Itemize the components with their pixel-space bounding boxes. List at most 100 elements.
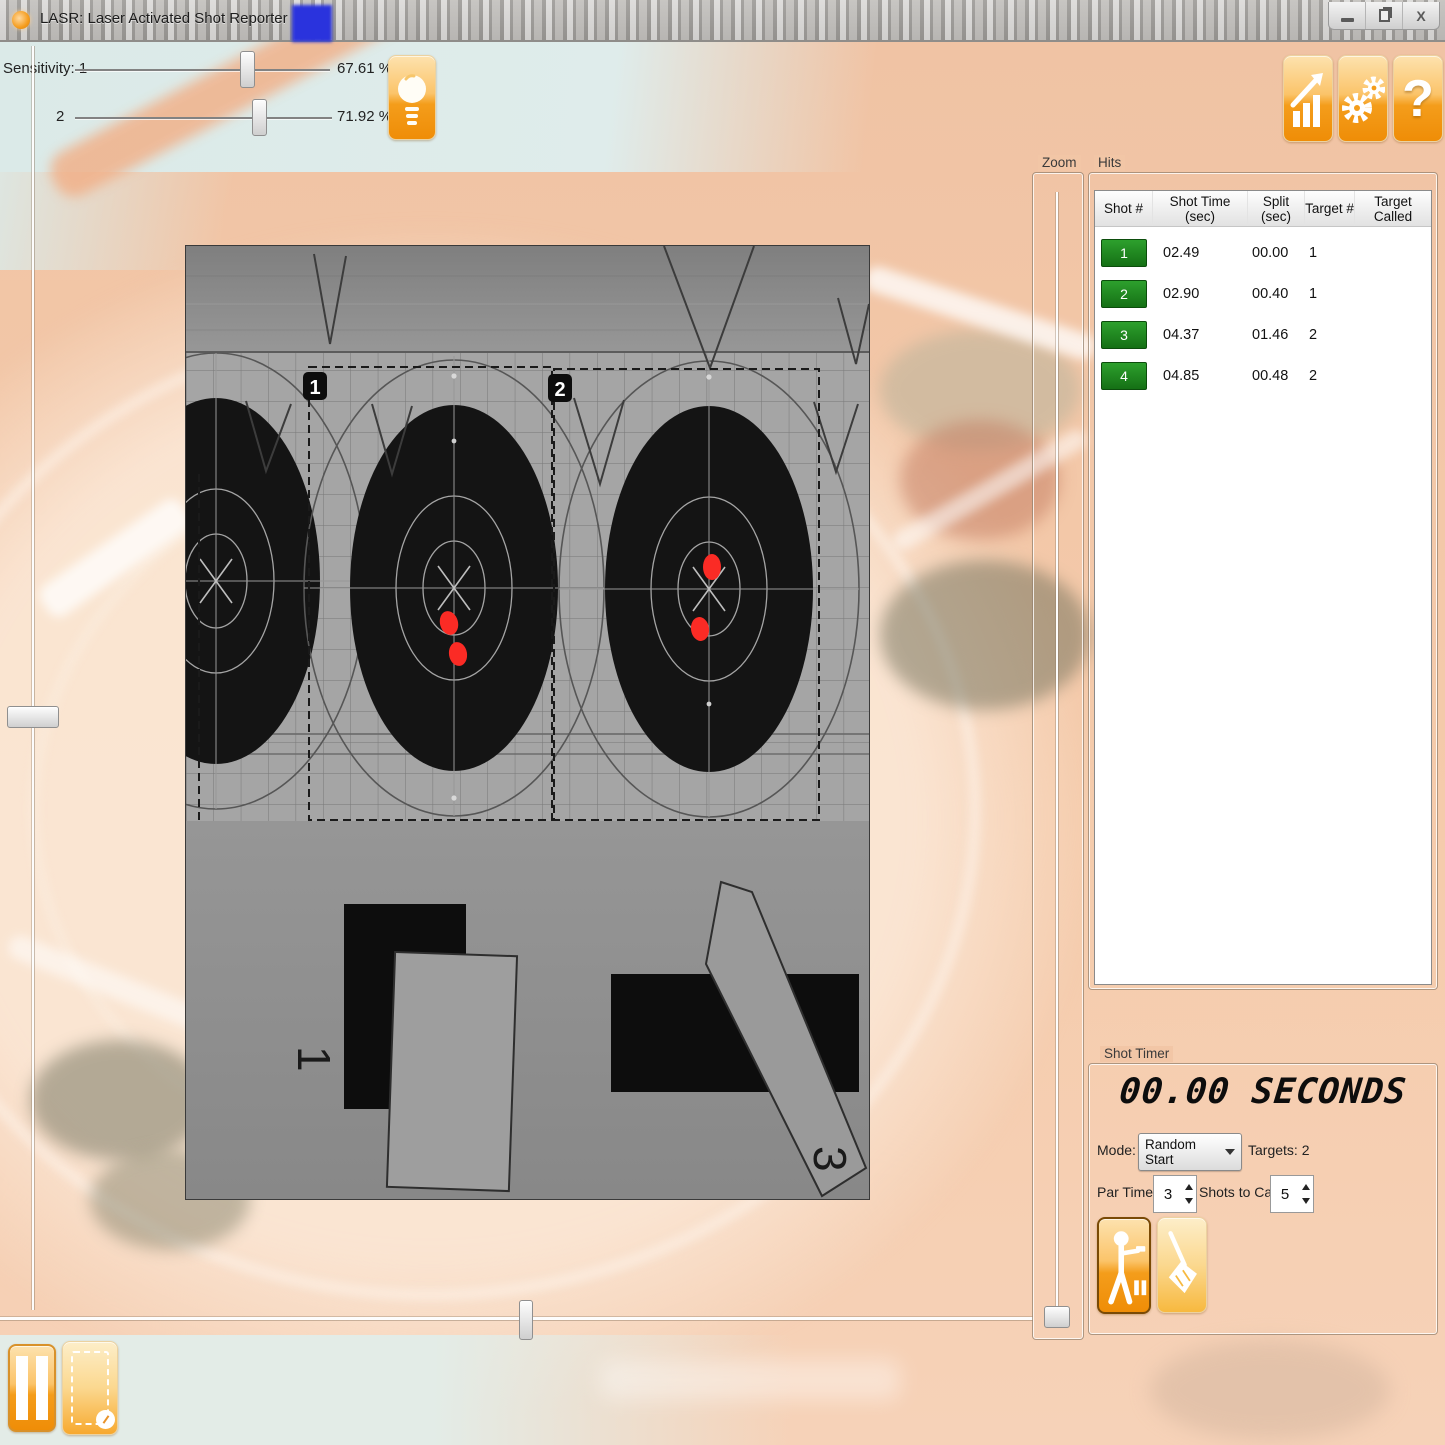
background-leaf-blob [1150,1340,1390,1440]
zoom-slider-track[interactable] [1056,192,1058,1320]
column-header-shot-time[interactable]: Shot Time (sec) [1153,191,1248,226]
svg-text:1: 1 [309,377,320,399]
shots-to-call-stepper[interactable]: 5 [1270,1175,1314,1213]
mode-label: Mode: [1097,1142,1136,1158]
minimize-button[interactable] [1329,2,1366,29]
stepper-up-icon[interactable] [1302,1184,1310,1190]
sensitivity-2-slider-track[interactable] [75,117,332,119]
sensitivity-1-slider-track[interactable] [75,69,330,71]
background-blue-object [292,5,332,42]
camera-view[interactable]: 1 2 1 3 [185,245,870,1200]
pause-button[interactable] [8,1344,56,1432]
settings-button[interactable] [1338,55,1388,142]
stepper-down-icon[interactable] [1302,1198,1310,1204]
close-button[interactable]: X [1403,2,1439,29]
shot-time-value: 04.85 [1153,368,1248,384]
column-header-split[interactable]: Split (sec) [1248,191,1305,226]
zoom-panel-label: Zoom [1038,155,1081,171]
shot-number-badge: 1 [1101,239,1147,267]
table-row[interactable]: 3 04.37 01.46 2 [1095,320,1431,350]
start-timer-button[interactable] [1097,1217,1151,1314]
lightbulb-icon [392,63,432,133]
split-value: 00.48 [1248,368,1305,384]
split-value: 01.46 [1248,327,1305,343]
gears-icon [1341,68,1385,130]
shot-number-badge: 2 [1101,280,1147,308]
target-number-value: 1 [1305,286,1355,302]
minimize-icon [1341,18,1354,22]
restore-button[interactable] [1366,2,1403,29]
shot-timer-label: Shot Timer [1100,1046,1173,1062]
target-zone-1-badge: 1 [303,372,327,400]
window-controls: X [1328,2,1440,30]
sensitivity-1-value: 67.61 % [337,60,392,77]
paper-number-right: 3 [804,1146,856,1172]
restore-icon [1379,9,1390,22]
paper-top-band [186,246,869,356]
timer-display: 00.00 SECONDS [1086,1072,1440,1112]
table-row[interactable]: 4 04.85 00.48 2 [1095,361,1431,391]
stats-button[interactable] [1283,55,1333,142]
target-number-value: 2 [1305,368,1355,384]
sensitivity-2-slider-thumb[interactable] [252,99,267,136]
broom-icon [1160,1223,1204,1307]
zoom-panel [1032,172,1084,1340]
shot-number-badge: 3 [1101,321,1147,349]
close-icon: X [1416,8,1425,24]
zoom-slider-thumb[interactable] [1044,1306,1070,1328]
target-number-value: 1 [1305,245,1355,261]
hits-table-header: Shot # Shot Time (sec) Split (sec) Targe… [1095,191,1431,227]
target-number-value: 2 [1305,327,1355,343]
background-leaf-blob [30,1040,210,1160]
shot-time-value: 04.37 [1153,327,1248,343]
table-row[interactable]: 1 02.49 00.00 1 [1095,238,1431,268]
shot-time-value: 02.90 [1153,286,1248,302]
dashed-region-icon [71,1351,109,1425]
shot-marker [703,554,721,580]
sensitivity-2-value: 71.92 % [337,108,392,125]
table-row[interactable]: 2 02.90 00.40 1 [1095,279,1431,309]
mode-dropdown[interactable]: Random Start [1138,1133,1242,1171]
paper-number-left: 1 [288,1046,340,1072]
background-swirl [600,1360,900,1400]
column-header-shot[interactable]: Shot # [1095,191,1153,226]
par-time-value: 3 [1154,1176,1182,1212]
stepper-up-icon[interactable] [1185,1184,1193,1190]
horizontal-pan-slider-track[interactable] [0,1317,1033,1320]
par-time-arrows [1182,1176,1196,1212]
stepper-down-icon[interactable] [1185,1198,1193,1204]
shot-time-value: 02.49 [1153,245,1248,261]
stats-chart-icon [1287,69,1329,129]
lighting-button[interactable] [388,55,436,140]
target-zone-2-badge: 2 [548,374,572,402]
column-header-target[interactable]: Target # [1305,191,1355,226]
hits-panel-label: Hits [1094,155,1125,171]
horizontal-pan-slider-thumb[interactable] [519,1300,533,1340]
par-time-stepper[interactable]: 3 [1153,1175,1197,1213]
split-value: 00.40 [1248,286,1305,302]
split-value: 00.00 [1248,245,1305,261]
column-header-target-called[interactable]: Target Called [1355,191,1431,226]
shot-number-badge: 4 [1101,362,1147,390]
par-time-label: Par Time: [1097,1184,1157,1200]
help-icon: ? [1402,69,1434,129]
help-button[interactable]: ? [1393,55,1443,142]
window-titlebar[interactable]: LASR: Laser Activated Shot Reporter X [0,0,1445,42]
clear-hits-button[interactable] [1157,1217,1207,1313]
app-icon [12,11,30,29]
vertical-pan-slider-track[interactable] [32,46,34,1310]
sensitivity-1-slider-thumb[interactable] [240,51,255,88]
hits-table[interactable]: Shot # Shot Time (sec) Split (sec) Targe… [1094,190,1432,985]
lasr-application-window: LASR: Laser Activated Shot Reporter X Se… [0,0,1445,1445]
paper-sheet-left [387,952,517,1191]
sensitivity-2-label: 2 [56,108,64,125]
mode-dropdown-value: Random Start [1145,1137,1225,1167]
chevron-down-icon [1225,1149,1235,1155]
vertical-pan-slider-thumb[interactable] [7,706,59,728]
camera-image: 1 2 1 3 [186,246,869,1199]
define-zone-button[interactable] [62,1341,118,1435]
targets-count-label: Targets: 2 [1248,1142,1309,1158]
shots-to-call-value: 5 [1271,1176,1299,1212]
pause-icon [16,1356,48,1420]
svg-text:2: 2 [554,379,565,401]
